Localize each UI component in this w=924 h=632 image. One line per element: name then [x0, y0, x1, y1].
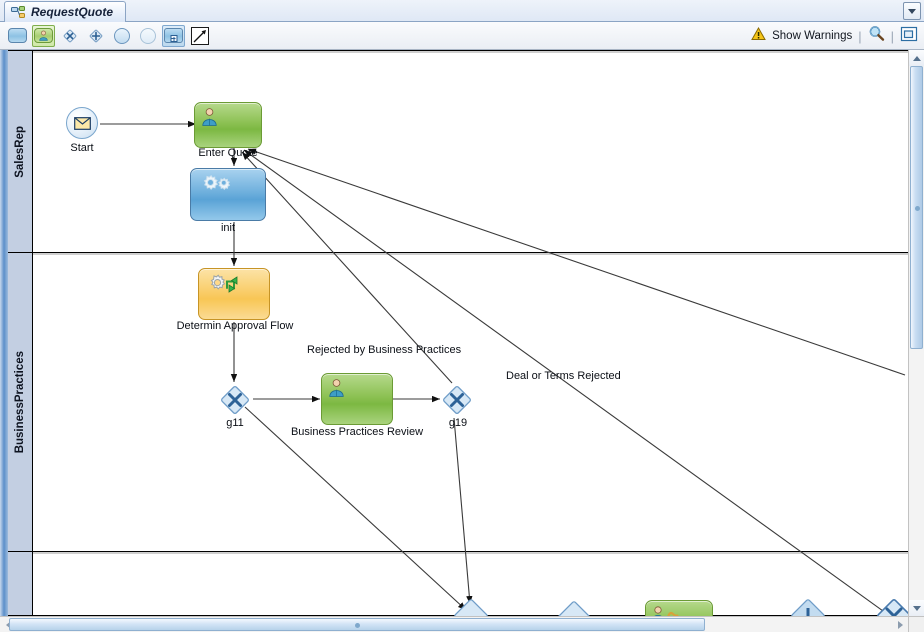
x-gateway-icon — [62, 28, 78, 44]
node-g11-label: g11 — [226, 417, 244, 429]
arrow-connector-icon — [190, 26, 209, 45]
subprocess-plus-icon — [164, 28, 183, 43]
message-start-event-shape[interactable] — [66, 107, 98, 139]
user-icon-2 — [327, 378, 346, 402]
user-icon — [200, 107, 219, 131]
task-tool[interactable] — [6, 25, 29, 47]
magnifier-icon[interactable] — [868, 25, 885, 47]
triangle-right-icon — [897, 620, 903, 629]
scroll-down-button[interactable] — [909, 600, 924, 616]
node-start-label: Start — [70, 142, 94, 154]
chevron-down-icon — [908, 8, 916, 14]
node-bottom-gateway-4[interactable] — [874, 596, 908, 616]
plus-gateway-icon — [88, 28, 104, 44]
exclusive-gateway-shape-2[interactable] — [441, 384, 473, 416]
toolbar-separator-1: | — [858, 28, 862, 44]
triangle-up-icon — [912, 55, 921, 61]
user-task-shape[interactable] — [194, 102, 262, 148]
diagram-editor: SalesRep BusinessPractices Start Enter Q… — [0, 50, 924, 632]
tab-requestquote[interactable]: RequestQuote — [4, 1, 127, 22]
horizontal-scrollbar[interactable] — [0, 616, 908, 632]
user-task-shape-3[interactable] — [645, 600, 713, 616]
rounded-rect-blue-icon — [8, 28, 27, 43]
envelope-icon — [73, 116, 91, 130]
editor-toolbar: Show Warnings | | — [0, 22, 924, 50]
node-start[interactable] — [66, 107, 98, 139]
circle-thin-icon — [139, 27, 156, 44]
user-task-green-icon — [34, 28, 53, 43]
toolbar-separator-2: | — [890, 28, 894, 44]
swimlane-salesrep[interactable]: SalesRep — [8, 50, 908, 253]
thumbnail-view-icon[interactable] — [900, 25, 918, 48]
business-rule-task-shape[interactable] — [198, 268, 270, 320]
user-icon-3 — [651, 605, 681, 616]
swimlane-businesspractices-label: BusinessPractices — [14, 350, 26, 454]
vertical-scrollbar-thumb[interactable] — [910, 66, 923, 349]
circle-bold-icon — [113, 27, 130, 44]
service-task-shape[interactable] — [190, 168, 266, 221]
swimlane-container: SalesRep BusinessPractices — [8, 50, 908, 616]
gear-arrow-icon — [204, 273, 242, 300]
scrollbar-grip-icon — [915, 205, 920, 211]
exclusive-gateway-tool[interactable] — [58, 25, 81, 47]
node-bottom-gateway-2[interactable] — [554, 598, 594, 616]
swimlane-salesrep-header: SalesRep — [8, 51, 33, 252]
vertical-scrollbar[interactable] — [908, 50, 924, 616]
tab-overflow-button[interactable] — [903, 2, 921, 20]
scroll-up-button[interactable] — [909, 50, 924, 66]
pool-header-band — [0, 50, 8, 616]
swimlane-salesrep-label: SalesRep — [14, 125, 26, 178]
swimlane-salesrep-body[interactable] — [33, 51, 908, 252]
scrollbar-grip-icon-h — [355, 623, 360, 628]
start-event-tool[interactable] — [110, 25, 133, 47]
user-task-tool[interactable] — [32, 24, 55, 47]
process-diagram-icon — [11, 5, 26, 19]
swimlane-businesspractices-header: BusinessPractices — [8, 253, 33, 551]
tab-label: RequestQuote — [31, 5, 114, 19]
scroll-right-button[interactable] — [892, 617, 908, 632]
node-enter-quote[interactable] — [194, 102, 262, 148]
gears-icon — [196, 173, 232, 200]
node-business-practices-review-label: Business Practices Review — [290, 426, 424, 438]
node-enter-quote-label: Enter Quote — [198, 147, 258, 159]
horizontal-scrollbar-thumb[interactable] — [9, 618, 705, 631]
sequence-flow-tool[interactable] — [188, 25, 211, 47]
swimlane-third-header — [8, 552, 33, 615]
editor-tab-bar: RequestQuote — [0, 0, 924, 22]
diagram-canvas[interactable]: SalesRep BusinessPractices Start Enter Q… — [0, 50, 908, 616]
end-event-tool[interactable] — [136, 25, 159, 47]
node-init-label: init — [220, 222, 236, 234]
user-task-shape-2[interactable] — [321, 373, 393, 425]
bpmn-process-editor-window: RequestQuote Show Warnings | | SalesRep … — [0, 0, 924, 632]
show-warnings-label[interactable]: Show Warnings — [772, 30, 852, 42]
node-bottom-user-task[interactable] — [645, 600, 715, 616]
node-g19[interactable] — [441, 384, 473, 416]
node-business-practices-review[interactable] — [321, 373, 393, 425]
node-init[interactable] — [190, 168, 266, 221]
node-determin-approval-flow[interactable] — [198, 268, 270, 320]
parallel-gateway-tool[interactable] — [84, 25, 107, 47]
flow-label-rejected-by-business-practices: Rejected by Business Practices — [307, 344, 462, 356]
exclusive-gateway-shape[interactable] — [219, 384, 251, 416]
node-g19-label: g19 — [448, 417, 468, 429]
node-g11[interactable] — [219, 384, 251, 416]
triangle-down-icon — [912, 605, 921, 611]
flow-label-deal-or-terms-rejected: Deal or Terms Rejected — [506, 370, 621, 382]
node-bottom-gateway-3[interactable] — [788, 596, 828, 616]
scrollbar-corner — [908, 616, 924, 632]
warning-triangle-icon — [751, 26, 766, 46]
node-determin-approval-flow-label: Determin Approval Flow — [176, 320, 294, 332]
subprocess-tool[interactable] — [162, 24, 185, 47]
node-bottom-gateway-1[interactable] — [451, 596, 491, 616]
